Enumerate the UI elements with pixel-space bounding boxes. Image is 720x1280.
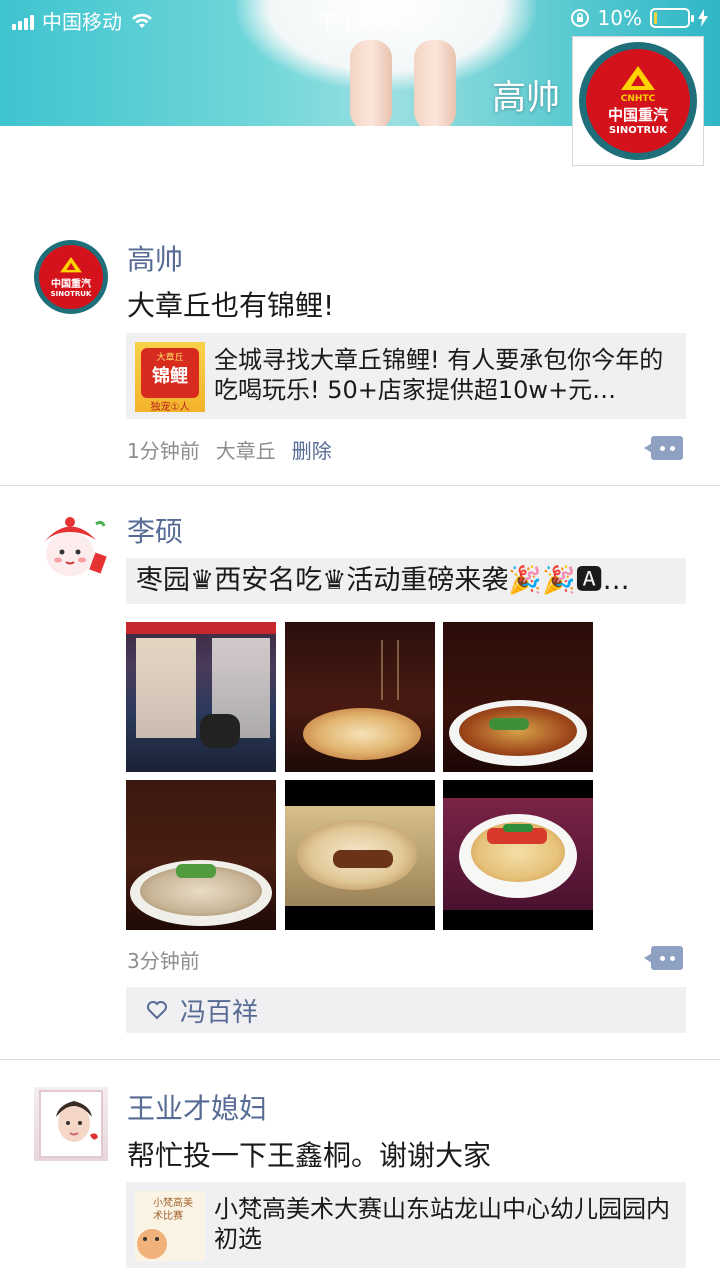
comment-icon[interactable] [644, 436, 683, 460]
link-thumbnail: 小梵高美术比赛 [135, 1191, 205, 1261]
roujiamo-photo[interactable] [285, 780, 435, 930]
profile-avatar[interactable]: CNHTC 中国重汽 SINOTRUK [572, 36, 704, 166]
post-image-grid [126, 622, 594, 930]
delete-link[interactable]: 删除 [292, 435, 332, 464]
post-text: 大章丘也有锦鲤! [127, 289, 335, 322]
post-divider [0, 1059, 720, 1060]
cartoon-avatar-icon [44, 517, 107, 576]
thumb-bottom-text: 独宠①人 [150, 402, 190, 412]
post-time: 3分钟前 [127, 949, 200, 973]
logo-cn-text: 中国重汽 [607, 106, 668, 124]
link-title: 全城寻找大章丘锦鲤! 有人要承包你今年的吃喝玩乐! 50+店家提供超10w+元… [214, 346, 664, 404]
post-avatar[interactable]: 中国重汽 SINOTRUK [34, 240, 108, 314]
liangpi-photo[interactable] [285, 622, 435, 772]
logo-top-text: CNHTC [620, 94, 656, 104]
portrait-avatar-icon [39, 1090, 103, 1158]
link-title: 小梵高美术大赛山东站龙山中心幼儿园园内初选 [214, 1195, 670, 1253]
post-location[interactable]: 大章丘 [216, 435, 276, 464]
logo-cn-text: 中国重汽 [51, 278, 91, 290]
post-username[interactable]: 王业才媳妇 [127, 1087, 267, 1127]
profile-name: 高帅 [492, 78, 560, 118]
noodle-bowl-photo[interactable] [443, 780, 593, 930]
logo-en-text: SINOTRUK [50, 289, 92, 298]
noodle-soup-photo[interactable] [443, 622, 593, 772]
status-bar: 中国移动 下午4:21 10% [0, 0, 720, 38]
post-divider [0, 485, 720, 486]
comment-icon[interactable] [644, 946, 683, 970]
charging-bolt-icon [698, 9, 708, 27]
link-thumbnail: 大章丘 锦鲤 独宠①人 [135, 342, 205, 412]
thumb-main-text: 锦鲤 [152, 366, 188, 387]
cover-leg-left [350, 40, 392, 126]
sinotruk-logo-icon: CNHTC 中国重汽 SINOTRUK [579, 42, 697, 160]
sinotruk-logo-icon: 中国重汽 SINOTRUK [34, 240, 108, 314]
thumb-text: 小梵高美术比赛 [153, 1198, 193, 1222]
shared-link-card[interactable]: 大章丘 锦鲤 独宠①人 全城寻找大章丘锦鲤! 有人要承包你今年的吃喝玩乐! 50… [126, 333, 686, 419]
liker-name[interactable]: 冯百祥 [180, 992, 258, 1029]
battery-icon [650, 8, 694, 28]
post-avatar[interactable] [34, 1087, 108, 1161]
post-meta: 3分钟前 [127, 945, 200, 974]
post-meta: 1分钟前 大章丘 删除 [127, 435, 332, 464]
shared-link-card[interactable]: 小梵高美术比赛 小梵高美术大赛山东站龙山中心幼儿园园内初选 [126, 1182, 686, 1268]
post-username[interactable]: 李硕 [127, 510, 183, 550]
post-username[interactable]: 高帅 [127, 238, 183, 278]
post-text: 枣园♛西安名吃♛活动重磅来袭🎉🎉🅰… [126, 558, 686, 604]
sinotruk-triangle-icon [60, 256, 82, 272]
storefront-photo[interactable] [126, 622, 276, 772]
post-text: 帮忙投一下王鑫桐。谢谢大家 [127, 1139, 492, 1172]
heart-icon [147, 1001, 167, 1020]
sinotruk-triangle-icon [621, 66, 655, 90]
rotation-lock-icon [570, 9, 589, 27]
post-time: 1分钟前 [127, 439, 200, 463]
likes-bar: 冯百祥 [126, 987, 686, 1033]
mutton-soup-photo[interactable] [126, 780, 276, 930]
logo-en-text: SINOTRUK [608, 125, 668, 136]
post-avatar[interactable] [34, 510, 108, 584]
battery-percent: 10% [597, 6, 642, 30]
